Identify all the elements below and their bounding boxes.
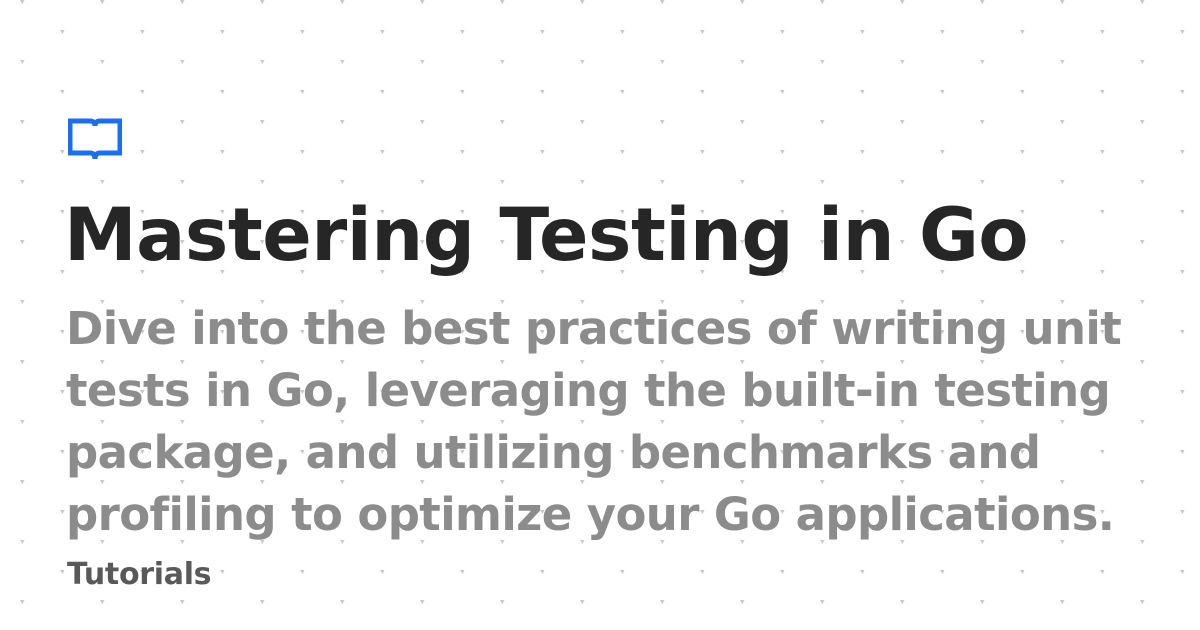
category-label: Tutorials	[67, 557, 212, 592]
open-book-icon	[68, 118, 122, 160]
logo	[68, 118, 122, 162]
description-line: package, and utilizing benchmarks and	[66, 426, 1041, 479]
description-line: profiling to optimize your Go applicatio…	[66, 488, 1115, 541]
description: Dive into the best practices of writing …	[66, 298, 1166, 546]
description-line: Dive into the best practices of writing …	[66, 302, 1122, 355]
page-title: Mastering Testing in Go	[64, 193, 1029, 278]
description-line: tests in Go, leveraging the built-in tes…	[66, 364, 1111, 417]
